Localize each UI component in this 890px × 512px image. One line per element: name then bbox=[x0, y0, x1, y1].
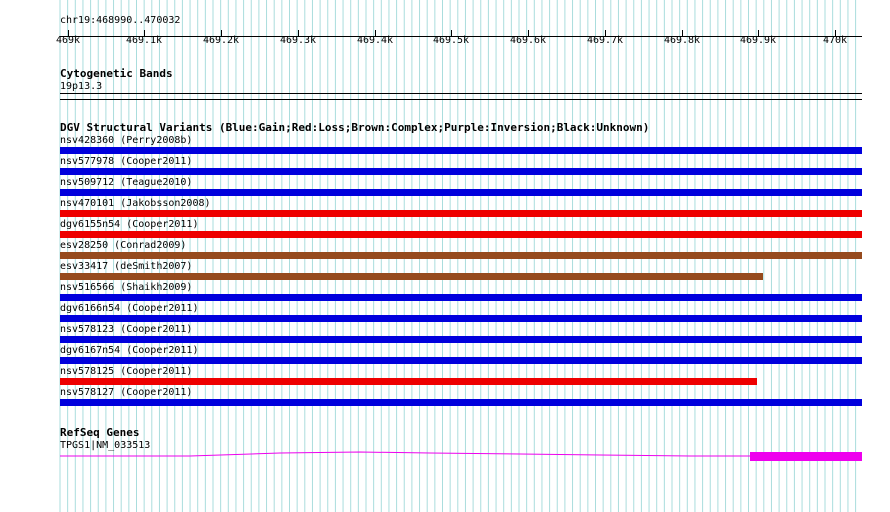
refseq-gene-model[interactable] bbox=[0, 0, 890, 512]
refseq-intron-line[interactable] bbox=[60, 451, 750, 457]
track-panel: chr19:468990..470032 469k 469.1k 469.2k 469… bbox=[0, 0, 890, 512]
refseq-exon-block[interactable] bbox=[750, 452, 862, 461]
